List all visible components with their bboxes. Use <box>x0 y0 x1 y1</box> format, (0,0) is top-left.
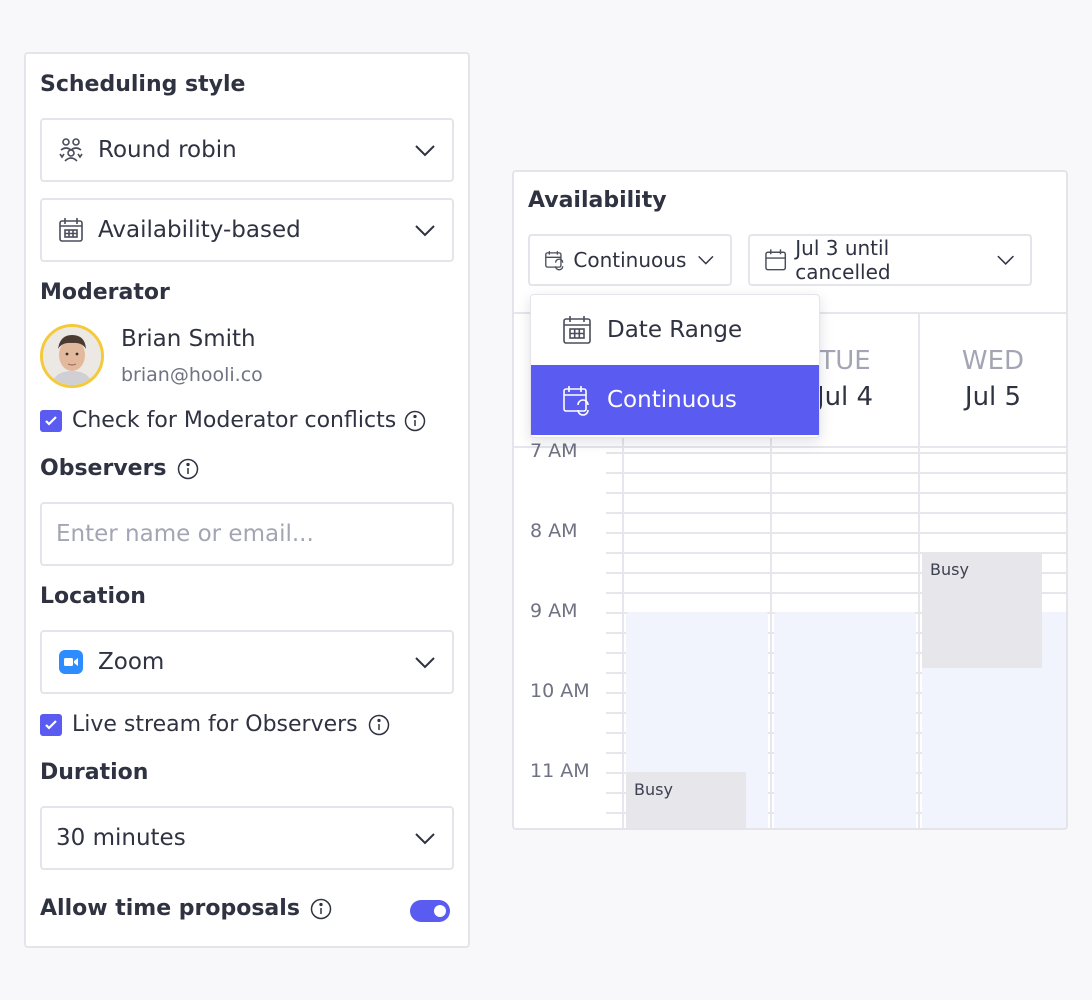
chevron-down-icon <box>415 145 435 157</box>
moderator-avatar <box>40 324 104 388</box>
grid-line <box>606 452 1066 454</box>
calendar-grid-icon <box>563 316 591 344</box>
observers-title-row: Observers <box>40 456 199 481</box>
time-label: 7 AM <box>530 440 578 462</box>
livestream-row: Live stream for Observers <box>40 712 390 737</box>
moderator-name: Brian Smith <box>121 326 256 352</box>
moderator-conflicts-label: Check for Moderator conflicts <box>72 408 397 433</box>
calendar-grid-icon <box>56 215 86 245</box>
check-icon <box>45 415 57 426</box>
availability-type-value: Availability-based <box>98 217 301 243</box>
grid-line <box>606 472 1066 474</box>
duration-value: 30 minutes <box>56 825 186 851</box>
busy-block: Busy <box>922 552 1042 668</box>
availability-mode-value: Continuous <box>573 248 687 272</box>
calendar-icon <box>765 249 787 271</box>
location-value: Zoom <box>98 649 165 675</box>
time-label: 9 AM <box>530 600 578 622</box>
dropdown-item-continuous[interactable]: Continuous <box>531 365 819 435</box>
availability-mode-dropdown: Date Range Continuous <box>530 294 820 438</box>
time-proposals-row: Allow time proposals <box>40 896 332 921</box>
time-proposals-label: Allow time proposals <box>40 896 300 921</box>
location-title: Location <box>40 584 146 609</box>
grid-line <box>514 446 1066 448</box>
observers-input[interactable] <box>40 502 454 566</box>
info-icon[interactable] <box>368 714 390 736</box>
info-icon[interactable] <box>310 898 332 920</box>
scheduling-style-select[interactable]: Round robin <box>40 118 454 182</box>
moderator-email: brian@hooli.co <box>121 364 263 386</box>
time-label: 10 AM <box>530 680 590 702</box>
availability-mode-select[interactable]: Continuous <box>528 234 732 286</box>
time-label: 11 AM <box>530 760 590 782</box>
zoom-icon <box>56 647 86 677</box>
chevron-down-icon <box>415 833 435 845</box>
check-icon <box>45 719 57 730</box>
moderator-conflicts-row: Check for Moderator conflicts <box>40 408 426 433</box>
calendar-repeat-icon <box>545 251 564 271</box>
busy-block: Busy <box>626 772 746 828</box>
calendar-repeat-icon <box>563 386 589 416</box>
availability-type-select[interactable]: Availability-based <box>40 198 454 262</box>
scheduling-panel: Scheduling style Round robin Availabilit… <box>24 52 470 948</box>
time-label: 8 AM <box>530 520 578 542</box>
availability-range-select[interactable]: Jul 3 until cancelled <box>748 234 1032 286</box>
livestream-checkbox[interactable] <box>40 713 62 736</box>
grid-line <box>606 492 1066 494</box>
chevron-down-icon <box>997 255 1014 265</box>
day-date: Jul 5 <box>964 382 1022 412</box>
info-icon[interactable] <box>404 410 426 432</box>
livestream-label: Live stream for Observers <box>72 712 358 737</box>
duration-select[interactable]: 30 minutes <box>40 806 454 870</box>
dropdown-item-date-range[interactable]: Date Range <box>531 295 819 365</box>
scheduling-style-value: Round robin <box>98 137 237 163</box>
availability-range-value: Jul 3 until cancelled <box>795 236 891 284</box>
chevron-down-icon <box>415 657 435 669</box>
moderator-conflicts-checkbox[interactable] <box>40 409 62 432</box>
day-header-wed: WED Jul 5 <box>920 346 1066 412</box>
observers-title: Observers <box>40 456 167 481</box>
availability-panel: Availability Continuous Jul 3 until canc… <box>512 170 1068 830</box>
grid-line <box>606 512 1066 514</box>
duration-title: Duration <box>40 760 149 785</box>
availability-title: Availability <box>528 188 667 213</box>
info-icon[interactable] <box>177 458 199 480</box>
scheduling-style-title: Scheduling style <box>40 72 246 97</box>
time-proposals-toggle[interactable] <box>410 900 450 922</box>
round-robin-icon <box>56 135 86 165</box>
chevron-down-icon <box>698 255 714 265</box>
location-select[interactable]: Zoom <box>40 630 454 694</box>
moderator-title: Moderator <box>40 280 170 305</box>
dropdown-item-label: Date Range <box>607 317 743 343</box>
available-slot[interactable] <box>774 612 916 828</box>
grid-line <box>606 532 1066 534</box>
day-name: WED <box>961 346 1025 376</box>
chevron-down-icon <box>415 225 435 237</box>
dropdown-item-label: Continuous <box>607 387 737 413</box>
